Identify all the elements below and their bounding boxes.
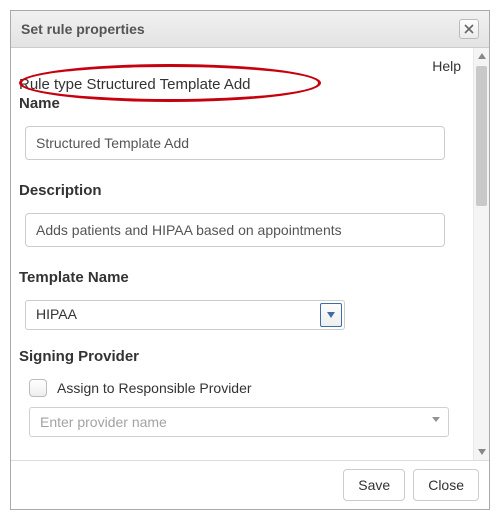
chevron-down-icon [432, 417, 440, 422]
chevron-down-icon[interactable] [320, 303, 342, 327]
assign-checkbox-row: Assign to Responsible Provider [29, 379, 471, 397]
assign-checkbox-label: Assign to Responsible Provider [57, 380, 252, 396]
name-label: Name [19, 95, 471, 112]
scroll-down-icon[interactable] [474, 444, 489, 460]
provider-placeholder: Enter provider name [40, 414, 167, 430]
description-label: Description [19, 182, 471, 199]
close-icon[interactable] [459, 19, 479, 39]
scroll-up-icon[interactable] [474, 48, 489, 64]
help-link[interactable]: Help [432, 58, 461, 74]
save-button[interactable]: Save [343, 469, 405, 501]
dialog-title: Set rule properties [21, 21, 145, 37]
dialog-body: Help Rule type Structured Template Add N… [11, 48, 489, 460]
scrollbar-thumb[interactable] [476, 66, 487, 206]
rule-type-text: Rule type Structured Template Add [19, 76, 251, 93]
close-button[interactable]: Close [413, 469, 479, 501]
template-select[interactable]: HIPAA [25, 300, 345, 330]
dialog-footer: Save Close [11, 460, 489, 509]
name-input[interactable] [25, 126, 445, 160]
signing-provider-label: Signing Provider [19, 348, 471, 365]
template-name-label: Template Name [19, 269, 471, 286]
template-select-value: HIPAA [26, 301, 318, 329]
description-input[interactable] [25, 213, 445, 247]
titlebar: Set rule properties [11, 11, 489, 48]
rule-type-line: Rule type Structured Template Add [19, 76, 471, 93]
scrollbar[interactable] [473, 48, 489, 460]
provider-input[interactable]: Enter provider name [29, 407, 449, 437]
scroll-content: Help Rule type Structured Template Add N… [11, 48, 489, 460]
assign-checkbox[interactable] [29, 379, 47, 397]
dialog: Set rule properties Help Rule type Struc… [10, 10, 490, 510]
